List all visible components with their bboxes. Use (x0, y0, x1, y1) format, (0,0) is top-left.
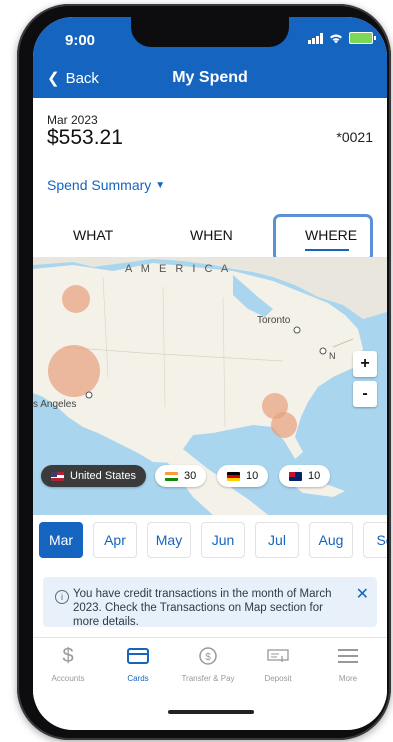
page-title: My Spend (172, 69, 248, 86)
nav-accounts[interactable]: $ Accounts (33, 644, 103, 684)
nav-label: Deposit (264, 674, 292, 683)
map-label-los-angeles: s Angeles (33, 399, 76, 410)
tab-selected-indicator (305, 249, 349, 251)
chip-label: United States (70, 470, 137, 482)
country-chip-germany[interactable]: 10 (217, 465, 269, 487)
map-label-toronto: Toronto (257, 315, 291, 326)
nav-label: Transfer & Pay (181, 674, 235, 683)
nav-cards[interactable]: Cards (103, 644, 173, 683)
wifi-icon (330, 34, 342, 43)
status-icons (308, 32, 376, 44)
city-marker (85, 391, 93, 399)
close-icon[interactable]: ✕ (356, 584, 369, 604)
india-flag-icon (165, 471, 178, 481)
nav-deposit[interactable]: Deposit (243, 644, 313, 683)
month-aug[interactable]: Aug (309, 522, 353, 558)
nav-label: Cards (127, 674, 149, 683)
home-indicator (168, 710, 254, 714)
signal-icon (308, 32, 323, 44)
credit-notice: i You have credit transactions in the mo… (43, 577, 377, 628)
month-jul[interactable]: Jul (255, 522, 299, 558)
australia-flag-icon (289, 471, 302, 481)
spend-bubble[interactable] (62, 285, 90, 313)
city-marker (319, 347, 327, 355)
device-notch (131, 17, 289, 47)
zoom-out-button[interactable]: - (353, 381, 377, 407)
tab-where-highlight (273, 214, 373, 262)
status-time: 9:00 (65, 32, 96, 49)
map-label-ny: N (329, 351, 336, 361)
nav-label: Accounts (51, 674, 85, 683)
app-screen: 9:00 ❮ Back My Spend Mar 2023 $553.21 *0… (33, 17, 387, 730)
menu-icon (313, 644, 383, 668)
summary-amount: $553.21 (47, 126, 123, 149)
spend-summary-label: Spend Summary (47, 177, 152, 193)
chip-count: 10 (308, 470, 321, 482)
map-label-america: A M E R I C A (125, 263, 231, 275)
transfer-icon: $ (173, 644, 243, 668)
svg-text:$: $ (205, 652, 211, 663)
germany-flag-icon (227, 471, 240, 481)
country-chip-us[interactable]: United States (41, 465, 147, 487)
spend-bubble[interactable] (48, 345, 100, 397)
city-marker (293, 326, 301, 334)
battery-icon (349, 32, 376, 44)
notice-text: You have credit transactions in the mont… (73, 588, 332, 628)
us-flag-icon (51, 471, 64, 481)
nav-transfer-pay[interactable]: $ Transfer & Pay (173, 644, 243, 683)
bottom-nav: $ Accounts Cards $ Transfer & Pay Deposi… (33, 637, 387, 700)
month-sep[interactable]: Se (363, 522, 387, 558)
month-selector: Mar Apr May Jun Jul Aug Se (33, 522, 387, 562)
check-deposit-icon (243, 644, 313, 668)
chevron-down-icon: ▼ (155, 179, 166, 191)
summary-period: Mar 2023 (47, 113, 98, 127)
chip-count: 30 (184, 470, 197, 482)
tab-what[interactable]: WHAT (73, 227, 113, 243)
month-jun[interactable]: Jun (201, 522, 245, 558)
tab-when[interactable]: WHEN (190, 227, 233, 243)
spend-summary-dropdown[interactable]: Spend Summary ▼ (47, 177, 165, 193)
nav-label: More (338, 674, 358, 683)
nav-more[interactable]: More (313, 644, 383, 683)
account-number: *0021 (336, 129, 373, 145)
month-may[interactable]: May (147, 522, 191, 558)
month-apr[interactable]: Apr (93, 522, 137, 558)
spend-bubble[interactable] (271, 412, 297, 438)
chip-count: 10 (246, 470, 259, 482)
app-header: 9:00 ❮ Back My Spend (33, 17, 387, 98)
card-icon (103, 644, 173, 668)
zoom-in-button[interactable]: + (353, 351, 377, 377)
month-mar[interactable]: Mar (39, 522, 83, 558)
country-chip-india[interactable]: 30 (155, 465, 207, 487)
country-chip-australia[interactable]: 10 (279, 465, 331, 487)
dollar-icon: $ (62, 644, 74, 667)
info-icon: i (55, 590, 69, 604)
